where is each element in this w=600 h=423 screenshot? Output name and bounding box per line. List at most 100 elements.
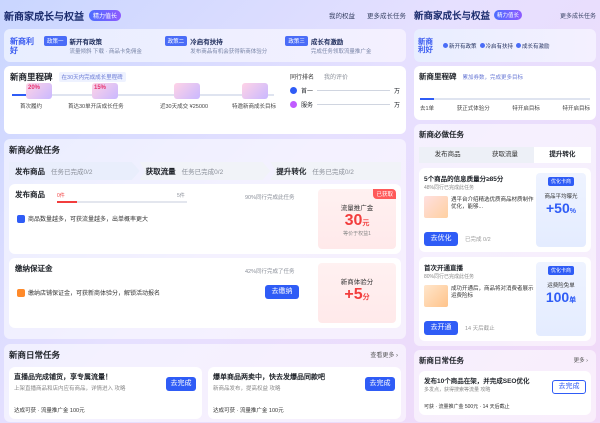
perks-logo: 新商利好 xyxy=(10,36,34,55)
level-badge: 精力值长 xyxy=(89,9,122,21)
reward-box: 优化卡商 商品平均曝光 +50% xyxy=(536,173,586,247)
perk-item: 政策一 新开有政策 流量倾斜 下载 · 商品卡免佣金 xyxy=(38,36,159,55)
must-tasks-section: 新商必做任务 发布商品 任务已完成0/2 获取流量 任务已完成0/2 提升转化 任务已… xyxy=(4,139,406,339)
milestone-label: 近30天成交 ¥25000 xyxy=(160,104,208,110)
reward-tag: 已获取 xyxy=(373,189,396,199)
gift-icon[interactable]: 20% xyxy=(26,83,52,99)
daily-task-card: 直播品完成铺货，享专属流量！ 上架直播商品和店内应有商品，详情进入 攻略 达成可… xyxy=(9,367,202,419)
more-tasks-link[interactable]: 更多成长任务 xyxy=(367,10,406,20)
task-steps: 发布商品 任务已完成0/2 获取流量 任务已完成0/2 提升转化 任务已完成0/2 xyxy=(9,162,402,180)
reward-box: 优化卡商 运费险免单 100单 xyxy=(536,262,586,336)
perk-item: 冷启有扶持 xyxy=(479,42,513,50)
my-rights-link[interactable]: 我的权益 xyxy=(329,10,355,20)
level-badge: 精力值长 xyxy=(494,10,523,20)
left-panel: 新商家成长与权益 精力值长 我的权益 更多成长任务 新商利好 政策一 新开有政策… xyxy=(4,4,406,423)
perks-strip: 新商利好 新开有政策 冷启有扶持 成长有激励 xyxy=(414,29,596,62)
complete-button[interactable]: 去完成 xyxy=(365,377,395,391)
milestone-label: 去1单 xyxy=(420,106,435,112)
page-title: 新商家成长与权益 xyxy=(4,11,84,23)
milestones-sub: 在30天内完成成长里程碑 xyxy=(58,72,126,82)
daily-title: 新商日常任务 xyxy=(419,356,464,365)
product-thumbnail xyxy=(424,196,448,218)
step-publish[interactable]: 发布商品 任务已完成0/2 xyxy=(9,162,140,180)
right-panel: 新商家成长与权益 精力值长 更多成长任务 新商利好 新开有政策 冷启有扶持 成长… xyxy=(414,4,596,423)
perk-tag: 政策二 xyxy=(164,36,188,46)
header: 新商家成长与权益 精力值长 我的权益 更多成长任务 xyxy=(4,4,406,26)
must-tasks-section: 新商必做任务 发布商品 获取流量 提升转化 5个商品的信息质量分≥85分 48%… xyxy=(414,124,596,346)
task-progress-bar xyxy=(57,201,187,203)
rank-dot-icon xyxy=(290,87,297,94)
pay-deposit-button[interactable]: 去缴纳 xyxy=(265,285,299,299)
daily-tasks-section: 新商日常任务 查看更多 › 直播品完成铺货，享专属流量！ 上架直播商品和店内应有… xyxy=(4,344,406,422)
milestone-label: 特邀新商成长目标 xyxy=(232,104,277,110)
peer-rank: 同行排名 我的评价 首一万 服务万 xyxy=(290,72,400,109)
rank-label: 服务 xyxy=(301,103,314,109)
reward-box: 新商体验分 +5分 xyxy=(318,263,396,323)
peer-stat: 42%同行完成了任务 xyxy=(245,269,295,275)
milestones-card: 新商里程碑 累加券数，完成更多目标 去1单 获正式体验分 特开启目标 特开启目标 xyxy=(414,66,596,120)
rank-unit: 万 xyxy=(393,89,400,95)
perk-tag: 政策一 xyxy=(44,36,67,46)
milestone-label: 获正式体验分 xyxy=(456,106,490,112)
rank-unit: 万 xyxy=(393,103,400,109)
milestones-title: 新商里程碑 xyxy=(419,72,457,81)
daily-title: 新商日常任务 xyxy=(9,350,61,360)
peer-stat: 90%同行完成此任务 xyxy=(245,195,295,201)
deposit-icon xyxy=(17,288,25,297)
milestone-label: 首达30单开店成长任务 xyxy=(68,104,124,110)
perk-item: 新开有政策 xyxy=(443,42,477,50)
rank-title: 同行排名 xyxy=(290,75,315,81)
milestones-card: 新商里程碑 在30天内完成成长里程碑 20% 15% 首次履约 首达30单开店成… xyxy=(4,66,406,134)
perk-title: 成长有激励 xyxy=(310,39,344,46)
task-tabs: 发布商品 获取流量 提升转化 xyxy=(419,147,591,163)
perk-sub: 发布商品有机会获得新商体验分 xyxy=(190,49,268,55)
milestone-label: 首次履约 xyxy=(20,104,43,110)
view-more-link[interactable]: 更多 › xyxy=(574,356,588,364)
daily-task-card: 发布10个商品在架，并完成SEO优化 多发点，获得搜索等流量 攻略 可获 · 流… xyxy=(419,371,591,415)
perk-title: 新开有政策 xyxy=(69,39,103,46)
right-header: 新商家成长与权益 精力值长 更多成长任务 xyxy=(414,4,596,26)
reward-box: 已获取 流量推广金 30元 等价于权益1 xyxy=(318,189,396,249)
tab-publish[interactable]: 发布商品 xyxy=(419,147,477,163)
step-traffic[interactable]: 获取流量 任务已完成0/2 xyxy=(139,162,271,180)
milestone-label: 特开启目标 xyxy=(512,106,540,112)
view-more-link[interactable]: 查看更多 › xyxy=(370,350,398,359)
perk-sub: 流量倾斜 下载 · 商品卡免佣金 xyxy=(69,49,142,55)
rank-hint: 我的评价 xyxy=(324,75,349,81)
perk-sub: 完成任务领取流量推广金 xyxy=(310,49,372,55)
task-note: 缴纳店铺保证金，可获新商体验分，解锁活动报名 xyxy=(17,288,160,297)
optimize-button[interactable]: 去优化 xyxy=(424,232,458,246)
milestones-sub: 累加券数，完成更多目标 xyxy=(462,75,523,81)
perks-strip: 新商利好 政策一 新开有政策 流量倾斜 下载 · 商品卡免佣金 政策二 冷启有扶… xyxy=(4,29,406,62)
header-links: 我的权益 更多成长任务 xyxy=(329,10,406,20)
task-card-open: 首次开通直播 80%同行已完成此任务 成功开通后，商品将对消费者展示运费险标 去… xyxy=(419,257,591,341)
gift-icon[interactable] xyxy=(242,83,268,99)
task-card-quality: 5个商品的信息质量分≥85分 48%同行已完成此任务 遇平台介绍精选优质商品材质… xyxy=(419,168,591,252)
perk-title: 冷启有扶持 xyxy=(190,39,223,46)
milestones-title: 新商里程碑 xyxy=(10,72,53,82)
gift-icon[interactable] xyxy=(174,83,200,99)
perk-item: 政策三 成长有激励 完成任务领取流量推广金 xyxy=(279,36,400,55)
perks-logo: 新商利好 xyxy=(418,36,433,54)
tab-convert[interactable]: 提升转化 xyxy=(533,147,591,163)
rank-label: 首一 xyxy=(301,89,314,95)
shield-icon xyxy=(424,285,448,307)
complete-button[interactable]: 去完成 xyxy=(552,380,586,394)
complete-button[interactable]: 去完成 xyxy=(166,377,196,391)
task-note: 商品数量越多，可获流量越多，出单概率更大 xyxy=(17,214,148,223)
tab-traffic[interactable]: 获取流量 xyxy=(476,147,534,163)
perk-tag: 政策三 xyxy=(285,36,308,46)
goods-icon xyxy=(17,214,25,223)
daily-task-card: 爆单商品两卖中，快去发爆品同款吧 新商品发布，提高权益 攻略 达成可获 · 流量… xyxy=(208,367,401,419)
perk-item: 政策二 冷启有扶持 发布商品有机会获得新商体验分 xyxy=(159,36,280,55)
gift-icon[interactable]: 15% xyxy=(92,83,118,99)
step-convert[interactable]: 提升转化 任务已完成0/2 xyxy=(270,162,402,180)
task-card-publish: 发布商品 0件 5件 90%同行完成此任务 商品数量越多，可获流量越多，出单概率… xyxy=(9,184,401,254)
milestone-label: 特开启目标 xyxy=(562,106,590,112)
open-button[interactable]: 去开通 xyxy=(424,321,458,335)
must-title: 新商必做任务 xyxy=(9,145,61,155)
rank-dot-icon xyxy=(290,101,297,108)
daily-tasks-section: 新商日常任务 更多 › 发布10个商品在架，并完成SEO优化 多发点，获得搜索等… xyxy=(414,350,596,422)
more-tasks-link[interactable]: 更多成长任务 xyxy=(560,11,596,20)
perk-item: 成长有激励 xyxy=(516,42,550,50)
